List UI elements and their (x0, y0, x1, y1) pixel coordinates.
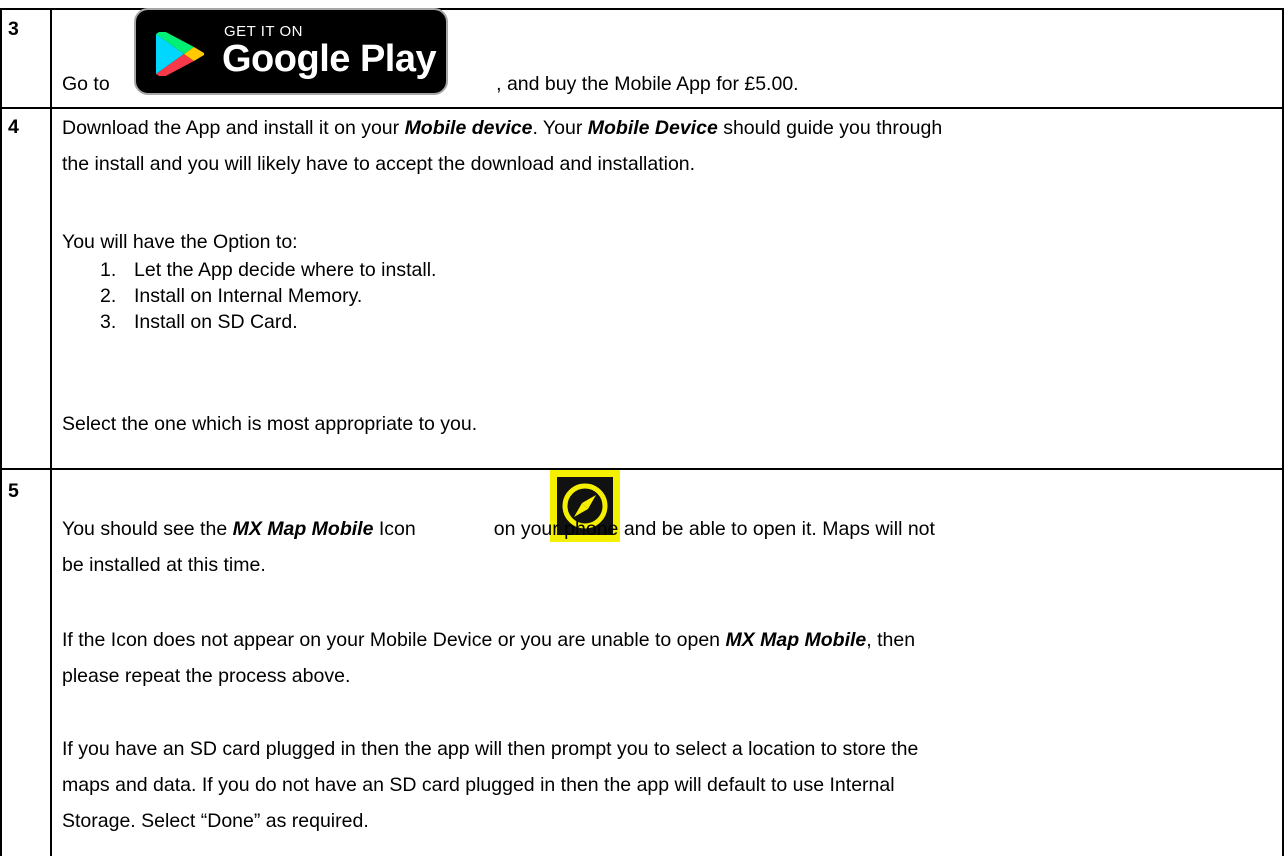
step-4-para-1-line-1: Download the App and install it on your … (62, 114, 942, 142)
step-5-para-3-line-1: If you have an SD card plugged in then t… (62, 738, 919, 760)
step-5-para-2-line-2: please repeat the process above. (62, 665, 351, 687)
emphasis: MX Map Mobile (232, 518, 374, 540)
list-item: 3. Install on SD Card. (100, 309, 436, 335)
text-run: You should see the (62, 518, 233, 540)
step-5-para-2-line-1: If the Icon does not appear on your Mobi… (62, 626, 915, 654)
step-number: 5 (8, 480, 19, 502)
step-5-para-1-line-2: be installed at this time. (62, 554, 266, 576)
step-3-suffix: , and buy the Mobile App for £5.00. (496, 73, 799, 95)
text-run: Icon (373, 518, 416, 540)
step-number: 4 (8, 116, 19, 138)
text-run: If the Icon does not appear on your Mobi… (62, 629, 726, 651)
list-text: Install on SD Card. (134, 311, 298, 333)
text-run: , then (866, 629, 916, 651)
step-4-para-2: You will have the Option to: (62, 231, 298, 253)
list-number: 2. (100, 285, 117, 307)
install-options-list: 1. Let the App decide where to install. 2… (100, 257, 436, 335)
badge-store-name: Google Play (222, 38, 437, 80)
column-divider (50, 8, 52, 856)
instruction-table: 3 Go to , and buy the Mobile App for £5.… (0, 0, 1284, 856)
text-run: should guide you through (717, 117, 943, 139)
emphasis: MX Map Mobile (725, 629, 867, 651)
emphasis: Mobile Device (587, 117, 718, 139)
step-4-para-1-line-2: the install and you will likely have to … (62, 153, 696, 175)
step-5-para-1-line-1: You should see the MX Map Mobile Icon on … (62, 515, 935, 543)
step-number: 3 (8, 18, 19, 40)
list-text: Let the App decide where to install. (134, 259, 437, 281)
list-number: 1. (100, 259, 117, 281)
emphasis: Mobile device (404, 117, 533, 139)
list-item: 1. Let the App decide where to install. (100, 257, 436, 283)
row-divider (0, 468, 1284, 470)
list-item: 2. Install on Internal Memory. (100, 283, 436, 309)
list-text: Install on Internal Memory. (134, 285, 363, 307)
google-play-badge[interactable]: GET IT ON Google Play (134, 8, 448, 95)
step-4-para-3: Select the one which is most appropriate… (62, 413, 478, 435)
google-play-icon (156, 32, 204, 76)
step-3-prefix: Go to (62, 73, 110, 95)
row-divider (0, 107, 1284, 109)
table-border-left (0, 8, 2, 856)
text-run: . Your (532, 117, 588, 139)
step-5-para-3-line-3: Storage. Select “Done” as required. (62, 810, 369, 832)
text-run: Download the App and install it on your (62, 117, 405, 139)
list-number: 3. (100, 311, 117, 333)
text-run: on your phone and be able to open it. Ma… (493, 518, 935, 540)
step-5-para-3-line-2: maps and data. If you do not have an SD … (62, 774, 895, 796)
